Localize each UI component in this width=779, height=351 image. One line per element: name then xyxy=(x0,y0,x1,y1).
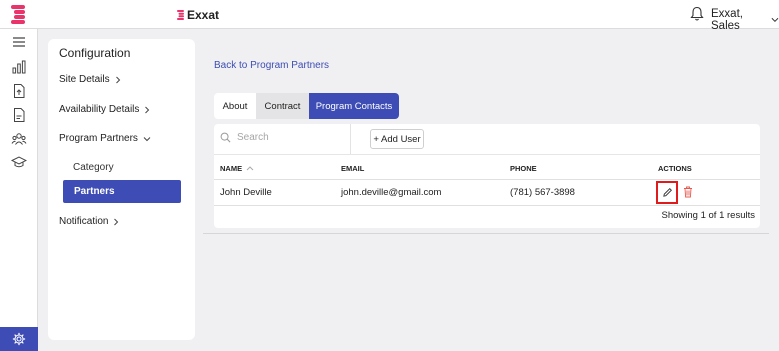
bar-chart-icon[interactable] xyxy=(11,59,27,75)
contacts-card: + Add User NAME EMAIL PHONE ACTIONS John… xyxy=(214,124,760,228)
trash-icon xyxy=(684,186,692,198)
bell-icon[interactable] xyxy=(690,6,704,22)
chevron-right-icon xyxy=(115,76,120,83)
column-header-phone: PHONE xyxy=(510,164,537,173)
column-header-actions: ACTIONS xyxy=(658,164,692,173)
tab-contract[interactable]: Contract xyxy=(256,93,309,119)
table-header: NAME EMAIL PHONE ACTIONS xyxy=(214,154,760,180)
table-row: John Deville john.deville@gmail.com (781… xyxy=(214,180,760,206)
nav-availability-details[interactable]: Availability Details xyxy=(59,104,150,115)
graduation-cap-icon[interactable] xyxy=(11,154,27,170)
cell-phone: (781) 567-3898 xyxy=(510,187,575,198)
nav-label: Program Partners xyxy=(59,133,138,144)
nav-category[interactable]: Category xyxy=(73,162,114,173)
nav-label: Notification xyxy=(59,216,109,227)
chevron-right-icon xyxy=(145,106,150,113)
user-menu[interactable]: Exxat, Sales xyxy=(711,8,779,32)
nav-partners[interactable]: Partners xyxy=(63,180,181,203)
pencil-icon xyxy=(662,188,672,197)
divider xyxy=(350,124,351,154)
cell-email: john.deville@gmail.com xyxy=(341,187,442,198)
search-box xyxy=(220,132,317,143)
search-icon xyxy=(220,132,231,143)
nav-label: Site Details xyxy=(59,74,110,85)
nav-site-details[interactable]: Site Details xyxy=(59,74,121,85)
people-icon[interactable] xyxy=(11,131,27,147)
tab-program-contacts[interactable]: Program Contacts xyxy=(309,93,399,119)
nav-program-partners[interactable]: Program Partners xyxy=(59,133,151,144)
tab-bar: About Contract Program Contacts xyxy=(214,93,399,119)
chevron-right-icon xyxy=(114,218,119,225)
edit-button[interactable] xyxy=(656,181,678,204)
menu-icon[interactable] xyxy=(11,34,27,50)
back-to-program-partners-link[interactable]: Back to Program Partners xyxy=(214,60,329,71)
chevron-down-icon xyxy=(143,136,151,141)
tab-about[interactable]: About xyxy=(214,93,256,119)
exxat-brand-icon xyxy=(177,10,184,20)
cell-name: John Deville xyxy=(220,187,272,198)
config-title: Configuration xyxy=(59,46,131,60)
configuration-panel: Configuration Site Details Availability … xyxy=(48,39,195,340)
brand-name: Exxat xyxy=(187,8,220,22)
document-icon[interactable] xyxy=(11,107,27,123)
nav-label: Availability Details xyxy=(59,104,140,115)
nav-notification[interactable]: Notification xyxy=(59,216,119,227)
user-name: Exxat, Sales xyxy=(711,8,743,32)
sort-up-icon xyxy=(246,166,254,171)
document-upload-icon[interactable] xyxy=(11,83,27,99)
top-bar: Exxat Exxat, Sales xyxy=(0,0,779,32)
brand: Exxat xyxy=(176,8,219,22)
results-count: Showing 1 of 1 results xyxy=(661,210,755,221)
column-label: NAME xyxy=(220,164,243,173)
settings-icon xyxy=(12,332,26,346)
delete-button[interactable] xyxy=(682,185,694,199)
settings-button[interactable] xyxy=(0,327,38,351)
exxat-logo-icon[interactable] xyxy=(8,4,28,24)
chevron-down-icon xyxy=(771,17,779,23)
search-input[interactable] xyxy=(237,132,317,143)
add-user-button[interactable]: + Add User xyxy=(370,129,424,149)
column-header-email: EMAIL xyxy=(341,164,365,173)
column-header-name[interactable]: NAME xyxy=(220,164,254,173)
divider xyxy=(203,233,769,234)
left-rail xyxy=(0,29,38,351)
